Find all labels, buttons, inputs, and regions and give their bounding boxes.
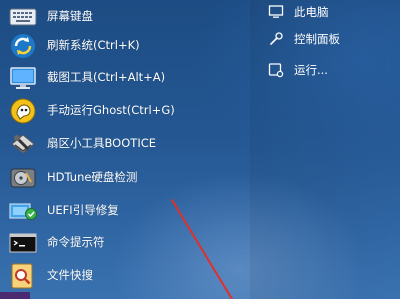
ghost-icon [8, 97, 38, 125]
menu-item-label: HDTune硬盘检测 [47, 170, 138, 184]
menu-item-label: 刷新系统(Ctrl+K) [47, 38, 140, 52]
uefi-repair-icon [8, 197, 38, 225]
menu-item-command-prompt[interactable]: 命令提示符 [0, 226, 250, 259]
start-menu-right-list: 此电脑 控制面板 运行... [262, 0, 400, 120]
menu-item-screenshot-tool[interactable]: 截图工具(Ctrl+Alt+A) [0, 61, 250, 94]
right-item-label: 此电脑 [294, 5, 329, 19]
menu-item-label: 手动运行Ghost(Ctrl+G) [47, 103, 175, 117]
start-menu-left-list: 屏幕键盘 刷新系统(Ctrl+K) 截图工具(Ctrl+Alt+A) 手动运行G… [0, 0, 250, 299]
right-item-label: 控制面板 [294, 32, 340, 46]
menu-item-bootice[interactable]: 扇区小工具BOOTICE [0, 127, 250, 160]
menu-item-label: UEFI引导修复 [47, 203, 119, 217]
wrench-icon [268, 31, 284, 47]
disk-tool-icon [8, 130, 38, 158]
refresh-icon [8, 32, 38, 60]
right-item-label: 运行... [294, 63, 328, 77]
file-search-icon [8, 262, 38, 290]
menu-item-hdtune[interactable]: HDTune硬盘检测 [0, 161, 250, 194]
hard-drive-icon [8, 164, 38, 192]
command-prompt-icon [8, 229, 38, 257]
screenshot-icon [8, 64, 38, 92]
menu-item-refresh-system[interactable]: 刷新系统(Ctrl+K) [0, 29, 250, 62]
menu-item-label: 截图工具(Ctrl+Alt+A) [47, 70, 166, 84]
keyboard-icon [8, 3, 38, 31]
menu-item-label: 命令提示符 [47, 235, 105, 249]
right-item-control-panel[interactable]: 控制面板 [262, 27, 400, 51]
computer-icon [268, 4, 284, 20]
right-item-this-pc[interactable]: 此电脑 [262, 0, 400, 24]
right-item-run[interactable]: 运行... [262, 58, 400, 82]
menu-item-label: 文件快搜 [47, 268, 93, 282]
run-icon [268, 62, 284, 78]
taskbar-edge [0, 292, 30, 299]
menu-item-label: 扇区小工具BOOTICE [47, 136, 157, 150]
menu-item-file-search[interactable]: 文件快搜 [0, 259, 250, 292]
menu-item-uefi-repair[interactable]: UEFI引导修复 [0, 194, 250, 227]
menu-item-run-ghost[interactable]: 手动运行Ghost(Ctrl+G) [0, 94, 250, 127]
